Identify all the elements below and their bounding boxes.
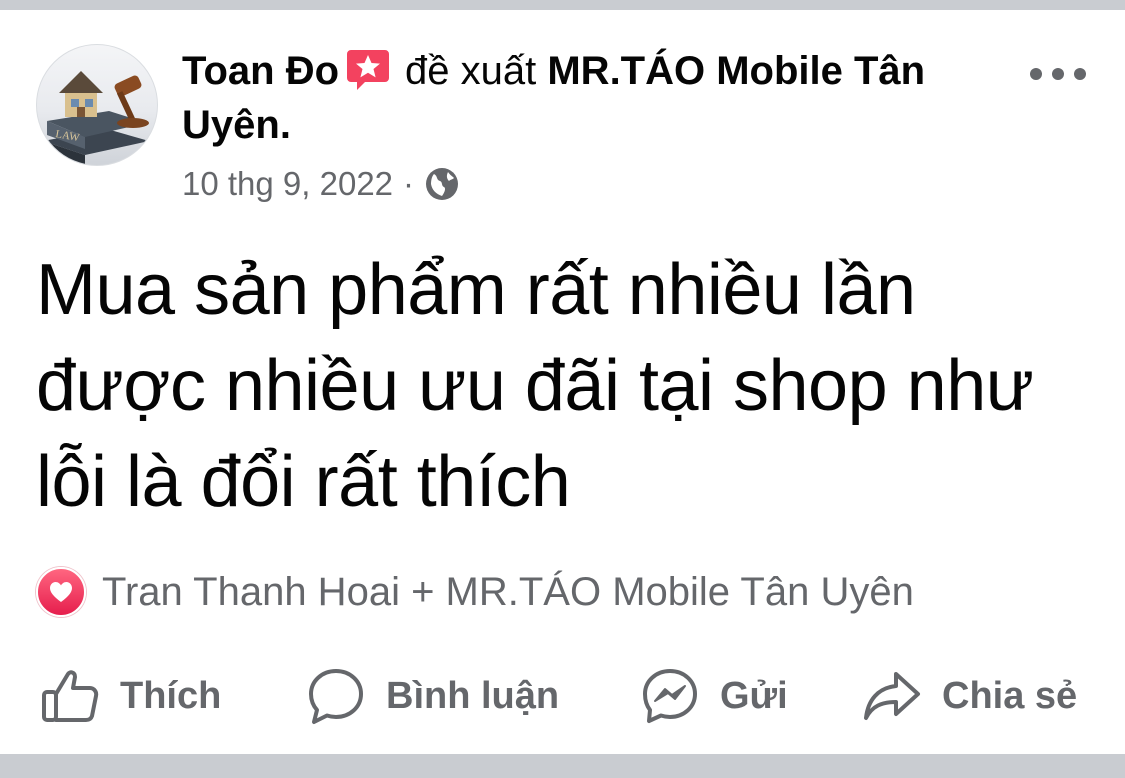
like-label: Thích [120, 674, 222, 717]
comment-bubble-icon [306, 666, 386, 726]
post-date[interactable]: 10 thg 9, 2022 [182, 165, 393, 203]
share-arrow-icon [862, 666, 942, 726]
reactions-summary[interactable]: Tran Thanh Hoai + MR.TÁO Mobile Tân Uyên [36, 566, 914, 618]
meta-separator: · [403, 165, 415, 202]
more-dot-icon [1052, 68, 1064, 80]
heart-icon [36, 567, 86, 617]
messenger-icon [640, 666, 720, 726]
recommend-star-icon [345, 46, 391, 92]
bottom-divider [0, 754, 1125, 778]
reactions-text: Tran Thanh Hoai + MR.TÁO Mobile Tân Uyên [102, 569, 914, 614]
top-divider [0, 0, 1125, 10]
post-header: Toan Đo đề xuất MR.TÁO Mobile Tân Uyên. [182, 44, 992, 152]
comment-label: Bình luận [386, 674, 560, 717]
thumbs-up-icon [40, 666, 120, 726]
comment-button[interactable]: Bình luận [306, 664, 559, 728]
recommend-verb: đề xuất [405, 49, 537, 93]
share-button[interactable]: Chia sẻ [862, 664, 1077, 728]
more-dot-icon [1074, 68, 1086, 80]
post-meta: 10 thg 9, 2022 · [182, 160, 460, 208]
author-name[interactable]: Toan Đo [182, 49, 339, 93]
post-text: Mua sản phẩm rất nhiều lần được nhiều ưu… [36, 250, 1034, 522]
globe-icon [424, 166, 460, 202]
share-label: Chia sẻ [942, 674, 1078, 717]
send-label: Gửi [720, 674, 788, 717]
more-options-button[interactable] [1030, 58, 1086, 90]
like-button[interactable]: Thích [40, 664, 221, 728]
avatar[interactable]: LAW [36, 44, 158, 166]
more-dot-icon [1030, 68, 1042, 80]
send-button[interactable]: Gửi [640, 664, 788, 728]
